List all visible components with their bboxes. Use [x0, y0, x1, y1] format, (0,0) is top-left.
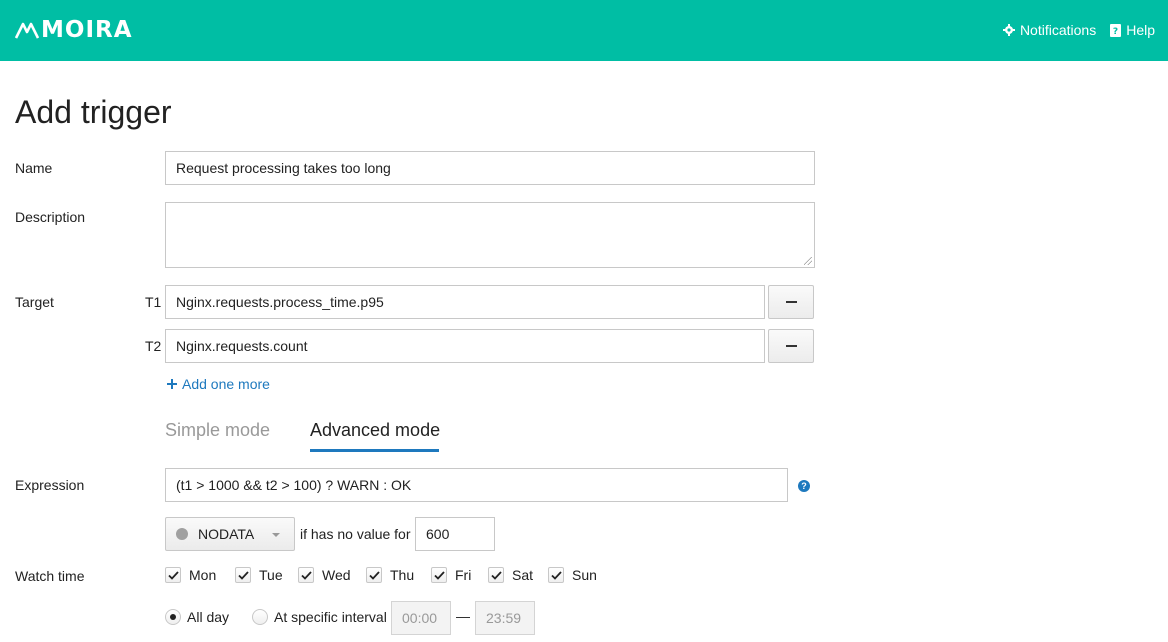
- target-label: Target: [15, 294, 54, 310]
- page-title: Add trigger: [15, 94, 172, 130]
- checkbox[interactable]: [235, 567, 251, 583]
- day-label: Fri: [455, 567, 472, 583]
- gear-icon: [1002, 24, 1015, 36]
- interval-to-input[interactable]: 23:59: [475, 601, 535, 635]
- name-input[interactable]: Request processing takes too long: [165, 151, 815, 185]
- all-day-label: All day: [187, 609, 230, 625]
- target-input-t1[interactable]: Nginx.requests.process_time.p95: [165, 285, 765, 319]
- nodata-state-select[interactable]: NODATA: [165, 517, 295, 551]
- specific-interval-label: At specific interval: [274, 609, 387, 625]
- checkbox[interactable]: [298, 567, 314, 583]
- check-icon: [237, 570, 249, 580]
- plus-icon: [167, 379, 177, 389]
- target-input-t2[interactable]: Nginx.requests.count: [165, 329, 765, 363]
- specific-interval-radio[interactable]: At specific interval: [252, 609, 387, 625]
- day-checkbox-wed[interactable]: Wed: [298, 567, 351, 583]
- notifications-label: Notifications: [1019, 22, 1097, 38]
- day-checkbox-sun[interactable]: Sun: [548, 567, 597, 583]
- status-dot-icon: [176, 528, 188, 540]
- day-label: Wed: [322, 567, 351, 583]
- description-label: Description: [15, 209, 86, 225]
- help-link[interactable]: ? Help: [1110, 22, 1155, 38]
- day-label: Tue: [259, 567, 283, 583]
- logo-text: MOIRA: [41, 17, 133, 43]
- target-tag-t2: T2: [145, 338, 162, 354]
- checkbox[interactable]: [548, 567, 564, 583]
- day-checkbox-mon[interactable]: Mon: [165, 567, 216, 583]
- checkbox[interactable]: [488, 567, 504, 583]
- top-nav: Notifications ? Help: [1002, 22, 1155, 38]
- expression-input[interactable]: (t1 > 1000 && t2 > 100) ? WARN : OK: [165, 468, 788, 502]
- nodata-text: if has no value for: [300, 526, 411, 542]
- tab-simple-mode[interactable]: Simple mode: [165, 420, 270, 441]
- minus-icon: [785, 301, 797, 303]
- interval-from-input[interactable]: 00:00: [391, 601, 451, 635]
- name-label: Name: [15, 160, 53, 176]
- chevron-down-icon: [272, 533, 280, 537]
- radio-button[interactable]: [165, 609, 181, 625]
- help-book-icon: ?: [1110, 23, 1122, 37]
- top-bar: MOIRA Notifications ? Help: [0, 0, 1168, 61]
- day-label: Thu: [390, 567, 415, 583]
- description-textarea[interactable]: [165, 202, 815, 268]
- moira-logo[interactable]: MOIRA: [15, 16, 133, 44]
- day-checkbox-fri[interactable]: Fri: [431, 567, 471, 583]
- check-icon: [490, 570, 502, 580]
- minus-icon: [785, 345, 797, 347]
- day-checkbox-thu[interactable]: Thu: [366, 567, 414, 583]
- remove-target-t2-button[interactable]: [768, 329, 814, 363]
- expression-label: Expression: [15, 477, 85, 493]
- day-label: Sat: [512, 567, 534, 583]
- check-icon: [167, 570, 179, 580]
- check-icon: [300, 570, 312, 580]
- remove-target-t1-button[interactable]: [768, 285, 814, 319]
- checkbox[interactable]: [366, 567, 382, 583]
- check-icon: [368, 570, 380, 580]
- svg-text:?: ?: [1113, 27, 1118, 37]
- checkbox[interactable]: [431, 567, 447, 583]
- add-target-link[interactable]: Add one more: [167, 376, 270, 392]
- interval-separator: —: [456, 608, 470, 624]
- watch-time-label: Watch time: [15, 568, 85, 584]
- check-icon: [550, 570, 562, 580]
- tab-advanced-mode[interactable]: Advanced mode: [310, 420, 440, 441]
- day-label: Mon: [189, 567, 217, 583]
- logo-peak-icon: [15, 22, 39, 39]
- target-tag-t1: T1: [145, 294, 162, 310]
- nodata-state-value: NODATA: [198, 526, 255, 542]
- add-target-label: Add one more: [182, 376, 270, 392]
- resize-grip-icon[interactable]: [804, 257, 812, 265]
- radio-selected-dot-icon: [170, 614, 176, 620]
- question-help-icon[interactable]: ?: [798, 480, 810, 492]
- day-checkbox-sat[interactable]: Sat: [488, 567, 533, 583]
- nodata-seconds-input[interactable]: 600: [415, 517, 495, 551]
- all-day-radio[interactable]: All day: [165, 609, 229, 625]
- day-checkbox-tue[interactable]: Tue: [235, 567, 283, 583]
- day-label: Sun: [572, 567, 597, 583]
- help-label: Help: [1126, 22, 1155, 38]
- check-icon: [433, 570, 445, 580]
- notifications-link[interactable]: Notifications: [1002, 22, 1097, 38]
- active-tab-indicator: [310, 449, 439, 452]
- checkbox[interactable]: [165, 567, 181, 583]
- radio-button[interactable]: [252, 609, 268, 625]
